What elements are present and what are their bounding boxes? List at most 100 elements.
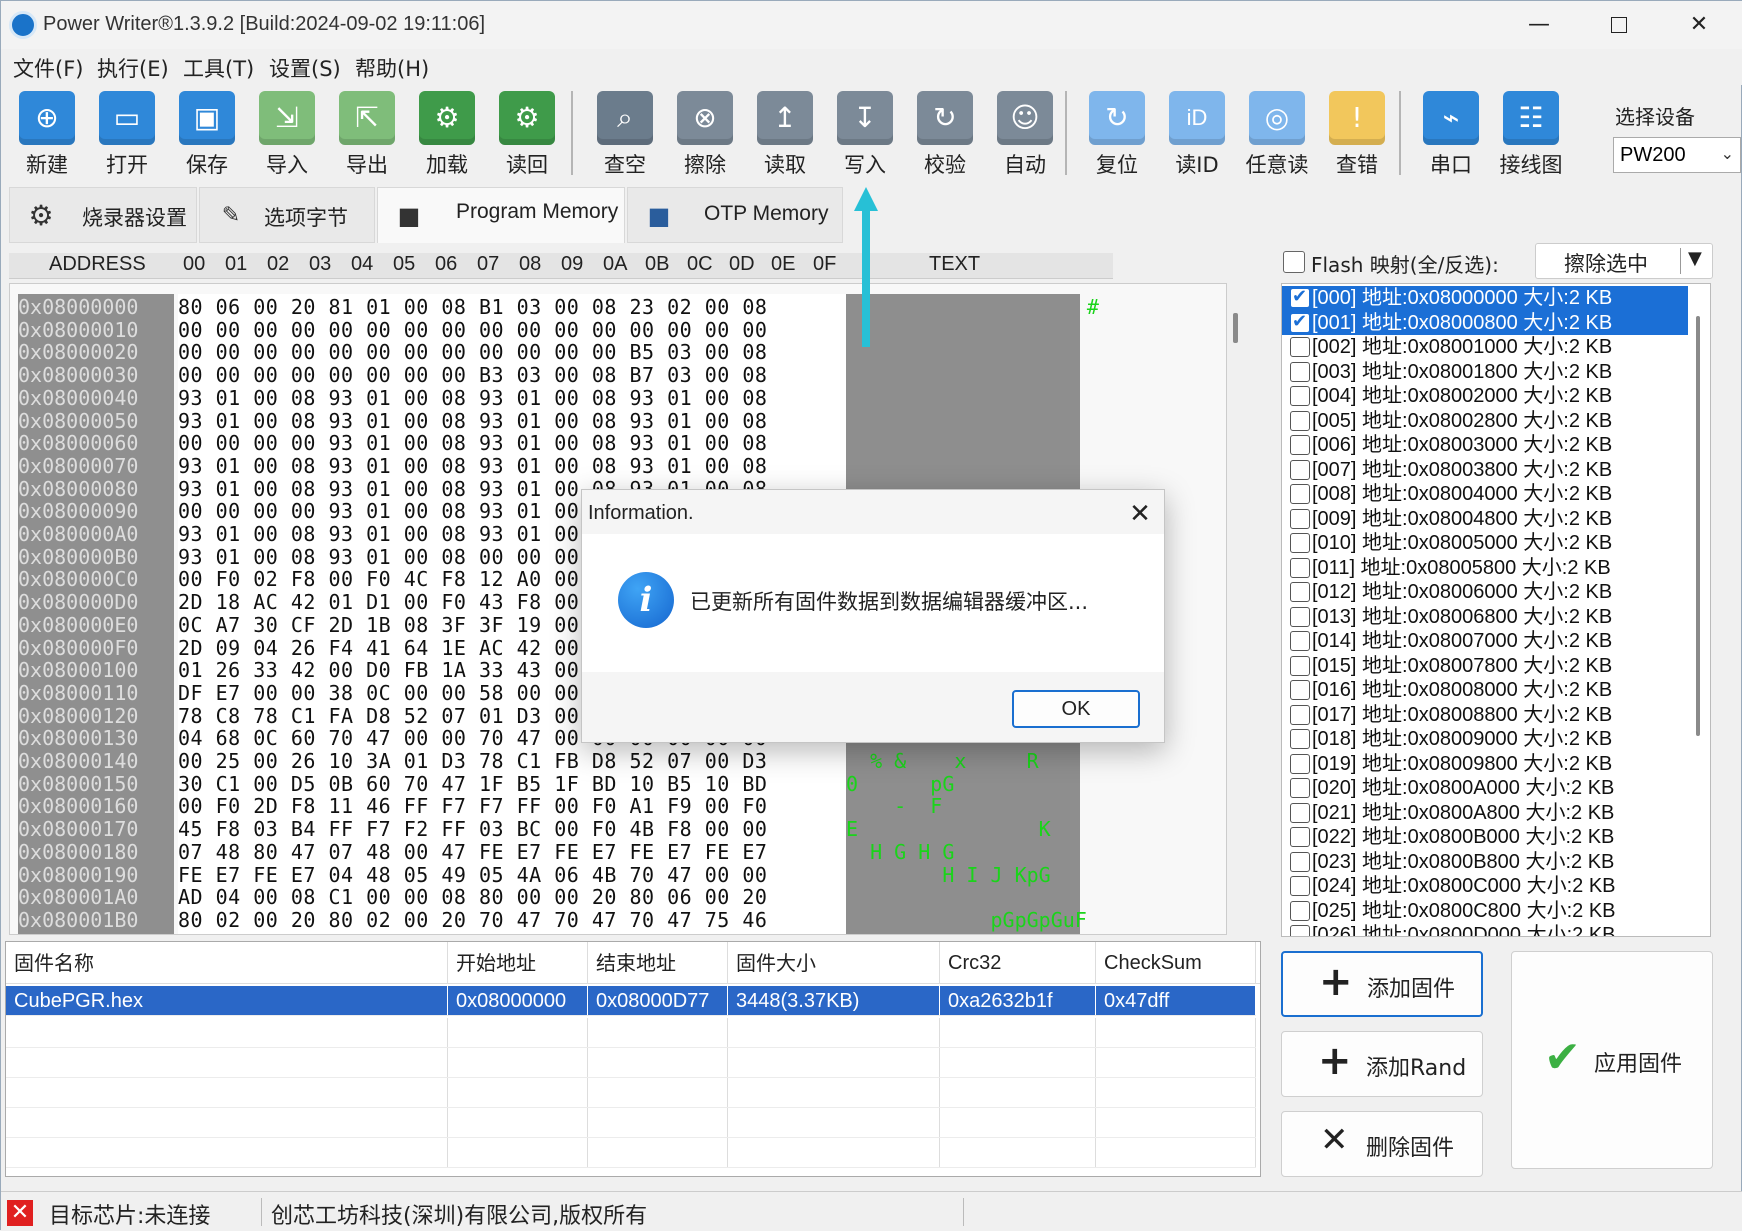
sector-checkbox[interactable] [1290, 337, 1310, 357]
sector-checkbox[interactable] [1290, 508, 1310, 529]
flash-sector-item[interactable]: [017] 地址:0x08008800 大小:2 KB [1282, 703, 1688, 728]
erase-selected-button[interactable]: 擦除选中 ▼ [1535, 243, 1713, 279]
flash-sector-item[interactable]: [013] 地址:0x08006800 大小:2 KB [1282, 605, 1688, 630]
tab-program-memory[interactable]: ■ Program Memory [377, 187, 625, 243]
sector-checkbox[interactable] [1290, 582, 1310, 602]
hex-row-bytes[interactable]: 07 48 80 47 07 48 00 47 FE E7 FE E7 FE E… [178, 841, 767, 864]
hex-row-bytes[interactable]: 00 00 00 00 93 01 00 08 93 01 00 08 93 0… [178, 432, 767, 455]
sector-checkbox[interactable] [1290, 606, 1310, 627]
hex-row-bytes[interactable]: 00 25 00 26 10 3A 01 D3 78 C1 FB D8 52 0… [178, 750, 767, 773]
hex-row-bytes[interactable]: 80 06 00 20 81 01 00 08 B1 03 00 08 23 0… [178, 296, 767, 319]
flash-sector-item[interactable]: [024] 地址:0x0800C000 大小:2 KB [1282, 874, 1688, 899]
toolbar-button-robot[interactable]: ☺ 自动 [985, 91, 1063, 181]
apply-firmware-button[interactable]: ✔ 应用固件 [1511, 951, 1713, 1169]
sector-checkbox[interactable] [1290, 778, 1310, 798]
flash-sector-item[interactable]: [021] 地址:0x0800A800 大小:2 KB [1282, 801, 1688, 826]
device-select[interactable]: PW200 ⌄ [1613, 137, 1741, 173]
hex-row-bytes[interactable]: 80 02 00 20 80 02 00 20 70 47 70 47 70 4… [178, 909, 767, 932]
toolbar-button-serial-port[interactable]: ⌁ 串口 [1411, 91, 1489, 181]
flash-sector-item[interactable]: [009] 地址:0x08004800 大小:2 KB [1282, 507, 1688, 532]
hex-row-bytes[interactable]: 93 01 00 08 93 01 00 08 93 01 00 08 93 0… [178, 387, 767, 410]
flash-sector-item[interactable]: [015] 地址:0x08007800 大小:2 KB [1282, 654, 1688, 679]
sector-checkbox[interactable] [1290, 410, 1310, 431]
hex-row-bytes[interactable]: 45 F8 03 B4 FF F7 F2 FF 03 BC 00 F0 4B F… [178, 818, 767, 841]
dialog-close-button[interactable]: ✕ [1120, 496, 1160, 532]
sector-checkbox[interactable] [1290, 655, 1310, 676]
tab-otp-memory[interactable]: ■ OTP Memory [627, 187, 843, 243]
sector-checkbox[interactable] [1290, 631, 1310, 651]
flash-sector-item[interactable]: [020] 地址:0x0800A000 大小:2 KB [1282, 776, 1688, 801]
delete-firmware-button[interactable]: ✕ 删除固件 [1281, 1111, 1483, 1177]
hex-row-bytes[interactable]: 00 F0 2D F8 11 46 FF F7 F7 FF 00 F0 A1 F… [178, 795, 767, 818]
hex-row-bytes[interactable]: 93 01 00 08 93 01 00 08 93 01 00 08 93 0… [178, 455, 767, 478]
dropdown-arrow-icon[interactable]: ▼ [1688, 248, 1702, 269]
sector-checkbox[interactable] [1290, 557, 1310, 578]
flash-sector-item[interactable]: [023] 地址:0x0800B800 大小:2 KB [1282, 850, 1688, 875]
flash-list-scrollbar[interactable] [1696, 316, 1700, 736]
minimize-button[interactable]: — [1509, 7, 1569, 43]
sector-checkbox[interactable] [1290, 484, 1310, 504]
toolbar-button-reset[interactable]: ↻ 复位 [1077, 91, 1155, 181]
flash-sector-item[interactable]: [004] 地址:0x08002000 大小:2 KB [1282, 384, 1688, 409]
flash-sector-item[interactable]: [012] 地址:0x08006000 大小:2 KB [1282, 580, 1688, 605]
flash-sector-item[interactable]: [016] 地址:0x08008000 大小:2 KB [1282, 678, 1688, 703]
flash-sector-item[interactable]: [003] 地址:0x08001800 大小:2 KB [1282, 360, 1688, 385]
toolbar-button-export[interactable]: ⇱ 导出 [327, 91, 405, 181]
toolbar-button-random-read[interactable]: ◎ 任意读 [1237, 91, 1315, 181]
sector-checkbox[interactable] [1290, 459, 1310, 480]
toolbar-button-erase[interactable]: ⊗ 擦除 [665, 91, 743, 181]
menu-execute[interactable]: 执行(E) [97, 53, 169, 83]
hex-row-bytes[interactable]: FE E7 FE E7 04 48 05 49 05 4A 06 4B 70 4… [178, 863, 767, 887]
sector-checkbox[interactable] [1290, 925, 1310, 936]
add-rand-button[interactable]: + 添加Rand [1281, 1031, 1483, 1097]
tab-programmer-settings[interactable]: ⚙ 烧录器设置 [9, 187, 197, 243]
sector-checkbox[interactable] [1290, 900, 1310, 921]
flash-sector-item[interactable]: [025] 地址:0x0800C800 大小:2 KB [1282, 899, 1688, 924]
toolbar-button-save[interactable]: ▣ 保存 [167, 91, 245, 181]
hex-row-bytes[interactable]: 00 00 00 00 00 00 00 00 00 00 00 00 00 0… [178, 318, 767, 342]
flash-sector-item[interactable]: [014] 地址:0x08007000 大小:2 KB [1282, 629, 1688, 654]
flash-sector-item[interactable]: [018] 地址:0x08009000 大小:2 KB [1282, 727, 1688, 752]
toolbar-button-warning[interactable]: ! 查错 [1317, 91, 1395, 181]
hex-row-bytes[interactable]: 00 00 00 00 00 00 00 00 00 00 00 00 B5 0… [178, 341, 767, 364]
flash-sector-list[interactable]: ✔ [000] 地址:0x08000000 大小:2 KB ✔ [001] 地址:0x… [1281, 283, 1711, 937]
flash-sector-item[interactable]: [026] 地址:0x0800D000 大小:2 KB [1282, 923, 1688, 936]
flash-sector-item[interactable]: [008] 地址:0x08004000 大小:2 KB [1282, 482, 1688, 507]
flash-sector-item[interactable]: [019] 地址:0x08009800 大小:2 KB [1282, 752, 1688, 777]
sector-checkbox[interactable] [1290, 827, 1310, 847]
flash-sector-item[interactable]: [002] 地址:0x08001000 大小:2 KB [1282, 335, 1688, 360]
hex-row-bytes[interactable]: 00 00 00 00 00 00 00 00 B3 03 00 08 B7 0… [178, 364, 767, 387]
sector-checkbox[interactable] [1290, 680, 1310, 700]
menu-file[interactable]: 文件(F) [13, 53, 83, 83]
sector-checkbox[interactable] [1290, 533, 1310, 553]
sector-checkbox[interactable] [1290, 361, 1310, 382]
toolbar-button-open-folder[interactable]: ▭ 打开 [87, 91, 165, 181]
menu-help[interactable]: 帮助(H) [355, 53, 429, 83]
toolbar-button-id[interactable]: iD 读ID [1157, 91, 1235, 181]
hex-row-bytes[interactable]: 93 01 00 08 93 01 00 08 93 01 00 08 93 0… [178, 409, 767, 433]
dialog-ok-button[interactable]: OK [1012, 690, 1140, 728]
toolbar-button-blank-check[interactable]: ⌕ 查空 [585, 91, 663, 181]
sector-checkbox[interactable] [1290, 729, 1310, 749]
maximize-button[interactable] [1589, 7, 1649, 43]
menu-settings[interactable]: 设置(S) [269, 53, 341, 83]
hex-row-bytes[interactable]: AD 04 00 08 C1 00 00 08 80 00 00 20 80 0… [178, 886, 767, 909]
flash-sector-item[interactable]: [010] 地址:0x08005000 大小:2 KB [1282, 531, 1688, 556]
tab-option-bytes[interactable]: ✎ 选项字节 [199, 187, 375, 243]
sector-checkbox[interactable] [1290, 851, 1310, 872]
toolbar-button-load[interactable]: ⚙ 加载 [407, 91, 485, 181]
flash-sector-item[interactable]: [007] 地址:0x08003800 大小:2 KB [1282, 458, 1688, 483]
flash-sector-item[interactable]: [022] 地址:0x0800B000 大小:2 KB [1282, 825, 1688, 850]
menu-tools[interactable]: 工具(T) [183, 53, 254, 83]
toolbar-button-wiring-diagram[interactable]: ☷ 接线图 [1491, 91, 1569, 181]
flash-sector-item[interactable]: [005] 地址:0x08002800 大小:2 KB [1282, 409, 1688, 434]
flash-select-all-checkbox[interactable] [1283, 251, 1305, 273]
toolbar-button-write[interactable]: ↧ 写入 [825, 91, 903, 181]
flash-sector-item[interactable]: ✔ [000] 地址:0x08000000 大小:2 KB [1282, 286, 1688, 311]
flash-sector-item[interactable]: [011] 地址:0x08005800 大小:2 KB [1282, 556, 1688, 581]
hex-scrollbar[interactable] [1233, 313, 1238, 343]
sector-checkbox[interactable] [1290, 704, 1310, 725]
close-window-button[interactable]: ✕ [1669, 7, 1729, 43]
sector-checkbox[interactable] [1290, 435, 1310, 455]
sector-checkbox[interactable] [1290, 753, 1310, 774]
